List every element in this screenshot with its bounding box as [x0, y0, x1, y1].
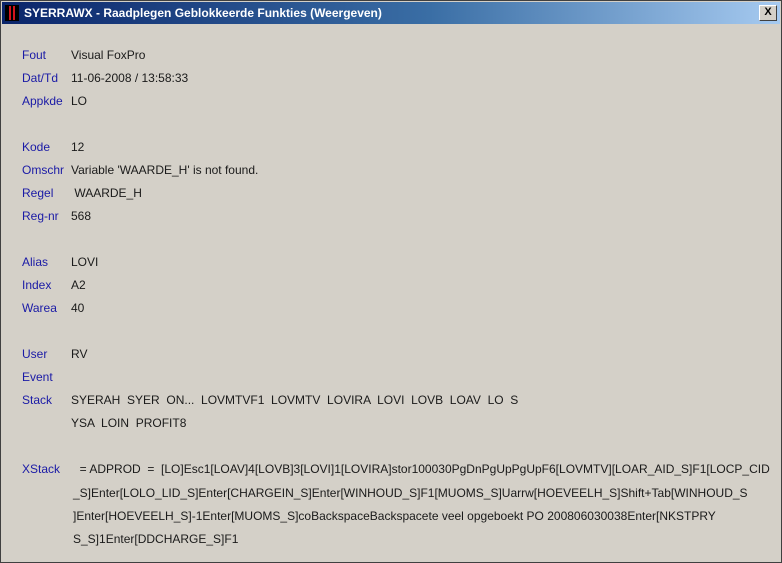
- error-window: SYERRAWX - Raadplegen Geblokkeerde Funkt…: [0, 0, 782, 563]
- regel-value: WAARDE_H: [71, 186, 142, 200]
- fout-value: Visual FoxPro: [71, 48, 146, 62]
- window-title: SYERRAWX - Raadplegen Geblokkeerde Funkt…: [24, 6, 382, 20]
- regnr-label: Reg-nr: [22, 209, 59, 223]
- warea-label: Warea: [22, 301, 57, 315]
- fout-label: Fout: [22, 48, 47, 62]
- appkde-value: LO: [71, 94, 88, 108]
- regel-label: Regel: [22, 186, 54, 200]
- dattd-value: 11-06-2008 / 13:58:33: [71, 71, 189, 85]
- event-label: Event: [22, 370, 53, 384]
- user-value: RV: [71, 347, 88, 361]
- alias-value: LOVI: [71, 255, 99, 269]
- stack-line: YSA LOIN PROFIT8: [71, 416, 187, 430]
- title-bar[interactable]: SYERRAWX - Raadplegen Geblokkeerde Funkt…: [2, 2, 780, 24]
- index-label: Index: [22, 278, 52, 292]
- xstack-line: _S]Enter[LOLO_LID_S]Enter[CHARGEIN_S]Ent…: [73, 486, 748, 500]
- xstack-line: ]Enter[HOEVEELH_S]-1Enter[MUOMS_S]coBack…: [73, 509, 716, 523]
- kode-label: Kode: [22, 140, 51, 154]
- user-label: User: [22, 347, 48, 361]
- appkde-label: Appkde: [22, 94, 63, 108]
- omschr-value: Variable 'WAARDE_H' is not found.: [71, 163, 259, 177]
- index-value: A2: [71, 278, 86, 292]
- kode-value: 12: [71, 140, 85, 154]
- close-button[interactable]: X: [759, 5, 777, 21]
- warea-value: 40: [71, 301, 85, 315]
- xstack-line: S_S]1Enter[DDCHARGE_S]F1: [73, 532, 239, 546]
- stack-line: SYERAH SYER ON... LOVMTVF1 LOVMTV LOVIRA…: [71, 393, 519, 407]
- app-icon[interactable]: [5, 5, 19, 21]
- stack-label: Stack: [22, 393, 53, 407]
- xstack-line: = ADPROD = [LO]Esc1[LOAV]4[LOVB]3[LOVI]1…: [73, 462, 770, 476]
- dattd-label: Dat/Td: [22, 71, 59, 85]
- regnr-value: 568: [71, 209, 92, 223]
- alias-label: Alias: [22, 255, 49, 269]
- xstack-label: XStack: [22, 462, 61, 476]
- omschr-label: Omschr: [22, 163, 64, 177]
